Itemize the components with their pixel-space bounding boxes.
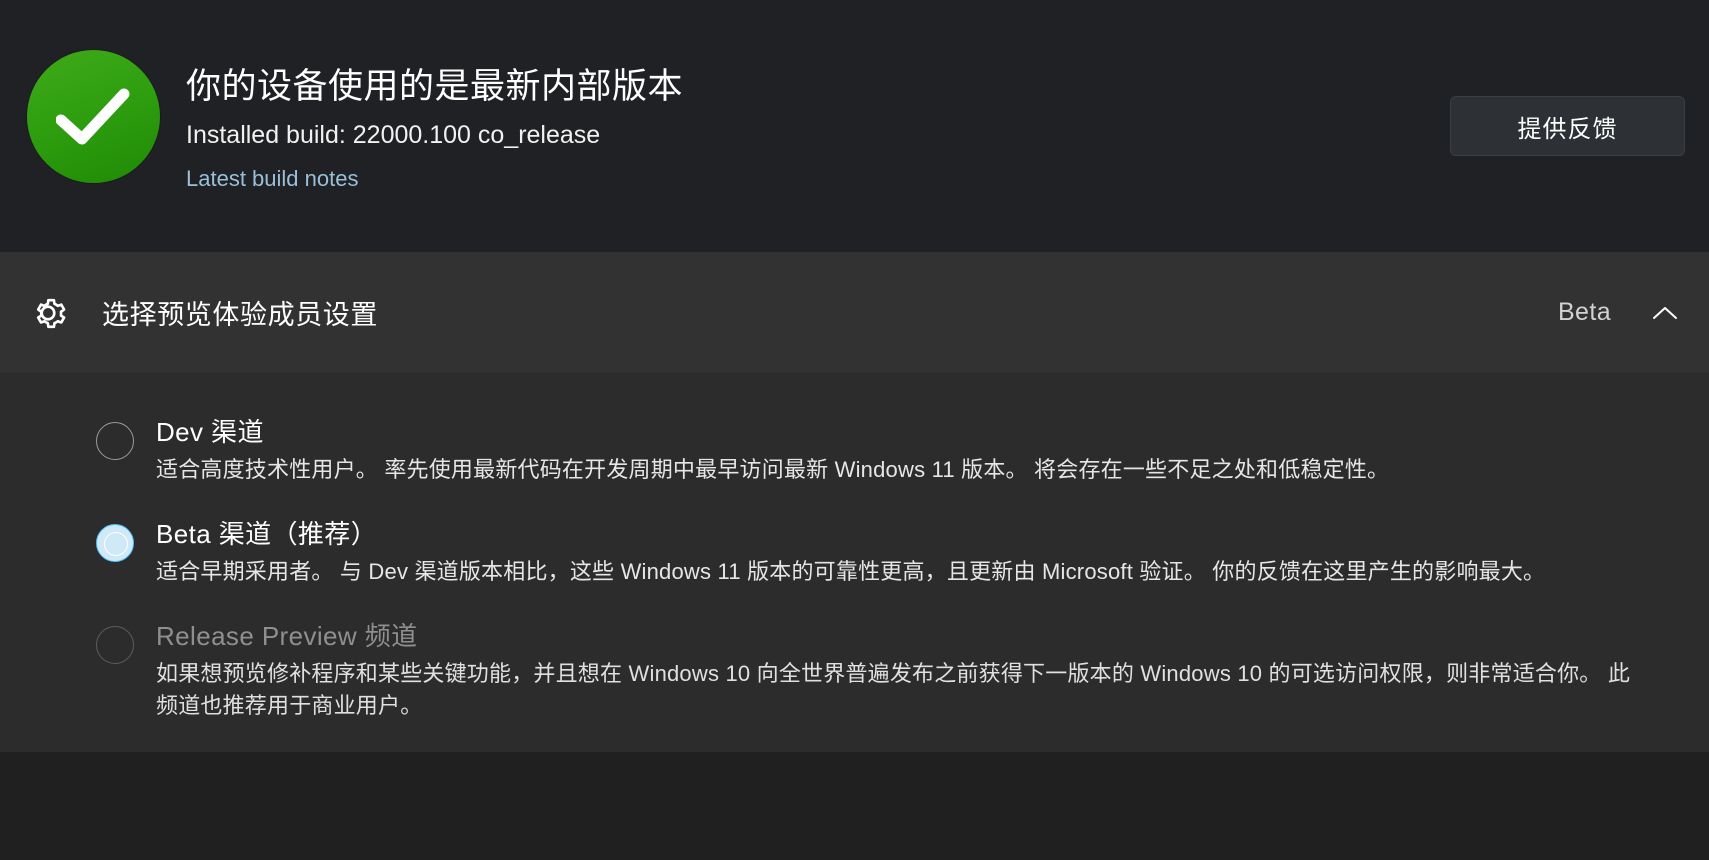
radio-button-dev[interactable] — [96, 422, 134, 460]
channel-option-dev-body: Dev 渠道 适合高度技术性用户。 率先使用最新代码在开发周期中最早访问最新 W… — [156, 414, 1685, 486]
build-status-banner: 你的设备使用的是最新内部版本 Installed build: 22000.10… — [0, 0, 1709, 252]
radio-button-release-preview[interactable] — [96, 626, 134, 664]
channel-option-release-preview-body: Release Preview 频道 如果想预览修补程序和某些关键功能，并且想在… — [156, 618, 1685, 722]
channel-option-release-preview[interactable]: Release Preview 频道 如果想预览修补程序和某些关键功能，并且想在… — [96, 618, 1685, 722]
selected-channel-value: Beta — [1557, 298, 1611, 326]
status-icon-container — [0, 40, 186, 183]
insider-settings-expander-header[interactable]: 选择预览体验成员设置 Beta — [0, 252, 1709, 374]
channel-label-dev: Dev 渠道 — [156, 417, 264, 447]
channel-option-beta-body: Beta 渠道（推荐） 适合早期采用者。 与 Dev 渠道版本相比，这些 Win… — [156, 516, 1685, 588]
insider-program-page: 你的设备使用的是最新内部版本 Installed build: 22000.10… — [0, 0, 1709, 860]
expander-title: 选择预览体验成员设置 — [102, 300, 378, 330]
channel-description-release-preview: 如果想预览修补程序和某些关键功能，并且想在 Windows 10 向全世界普遍发… — [156, 661, 1631, 718]
channel-description-dev: 适合高度技术性用户。 率先使用最新代码在开发周期中最早访问最新 Windows … — [156, 457, 1390, 482]
channel-label-beta: Beta 渠道（推荐） — [156, 519, 378, 549]
chevron-up-icon[interactable] — [1645, 293, 1685, 333]
gear-icon — [26, 291, 70, 335]
channel-option-dev[interactable]: Dev 渠道 适合高度技术性用户。 率先使用最新代码在开发周期中最早访问最新 W… — [96, 414, 1685, 486]
channel-label-release-preview: Release Preview 频道 — [156, 621, 418, 651]
channel-option-beta[interactable]: Beta 渠道（推荐） 适合早期采用者。 与 Dev 渠道版本相比，这些 Win… — [96, 516, 1685, 588]
channel-description-beta: 适合早期采用者。 与 Dev 渠道版本相比，这些 Windows 11 版本的可… — [156, 559, 1546, 584]
success-check-icon — [26, 50, 160, 183]
radio-button-beta[interactable] — [96, 524, 134, 562]
channel-radio-group: Dev 渠道 适合高度技术性用户。 率先使用最新代码在开发周期中最早访问最新 W… — [0, 374, 1709, 752]
latest-build-notes-link[interactable]: Latest build notes — [186, 164, 358, 194]
provide-feedback-button[interactable]: 提供反馈 — [1450, 96, 1685, 156]
